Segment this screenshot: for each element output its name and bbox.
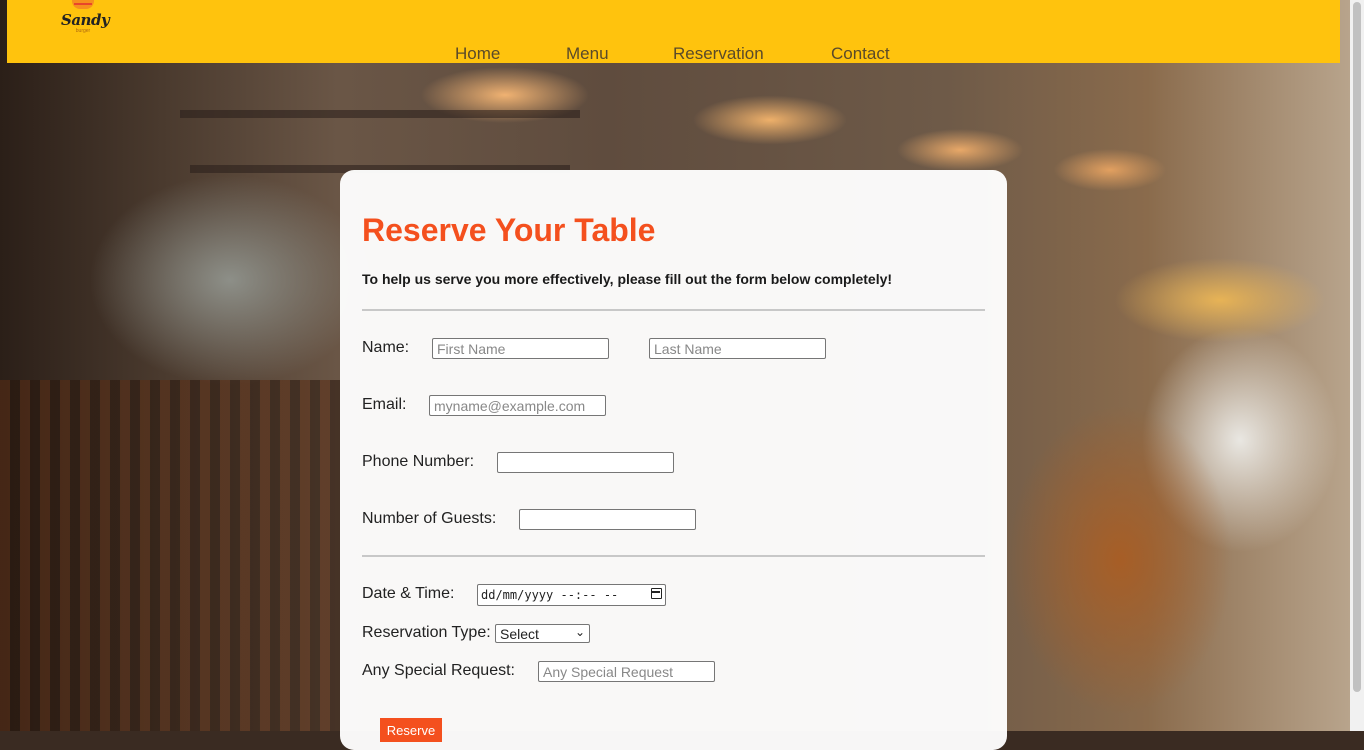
last-name-input[interactable] [649, 338, 826, 359]
email-input[interactable] [429, 395, 606, 416]
datetime-value: dd/mm/yyyy --:-- -- [481, 588, 619, 602]
email-label: Email: [362, 396, 407, 413]
nav-home[interactable]: Home [455, 44, 500, 64]
divider [362, 309, 985, 311]
guests-label: Number of Guests: [362, 510, 497, 527]
phone-label: Phone Number: [362, 453, 475, 470]
phone-input[interactable] [497, 452, 674, 473]
form-title: Reserve Your Table [362, 212, 656, 248]
nav-contact[interactable]: Contact [831, 44, 890, 64]
divider [362, 555, 985, 557]
scrollbar[interactable] [1350, 0, 1364, 731]
main-nav: Home Menu Reservation Contact [7, 44, 1340, 64]
reservation-type-value: Select [500, 626, 539, 642]
form-intro: To help us serve you more effectively, p… [362, 271, 893, 287]
reservation-form: Reserve Your Table To help us serve you … [340, 170, 1007, 750]
datetime-label: Date & Time: [362, 585, 455, 602]
burger-icon [72, 0, 94, 9]
chevron-down-icon: ⌄ [574, 625, 585, 639]
calendar-icon[interactable] [651, 588, 662, 599]
special-request-input[interactable] [538, 661, 715, 682]
nav-reservation[interactable]: Reservation [673, 44, 764, 64]
header: Sandy burger Home Menu Reservation Conta… [7, 0, 1340, 63]
reserve-button[interactable]: Reserve [380, 718, 442, 742]
datetime-input[interactable]: dd/mm/yyyy --:-- -- [477, 584, 666, 606]
name-label: Name: [362, 339, 410, 356]
first-name-input[interactable] [432, 338, 609, 359]
logo-text: Sandy [61, 11, 110, 29]
nav-menu[interactable]: Menu [566, 44, 609, 64]
reservation-type-select[interactable]: Select ⌄ [495, 624, 590, 643]
reservation-type-label: Reservation Type: [362, 624, 491, 641]
special-request-label: Any Special Request: [362, 662, 515, 679]
guests-input[interactable] [519, 509, 696, 530]
scrollbar-thumb[interactable] [1353, 2, 1361, 692]
logo[interactable]: Sandy burger [61, 0, 110, 36]
logo-subtext: burger [75, 28, 91, 34]
